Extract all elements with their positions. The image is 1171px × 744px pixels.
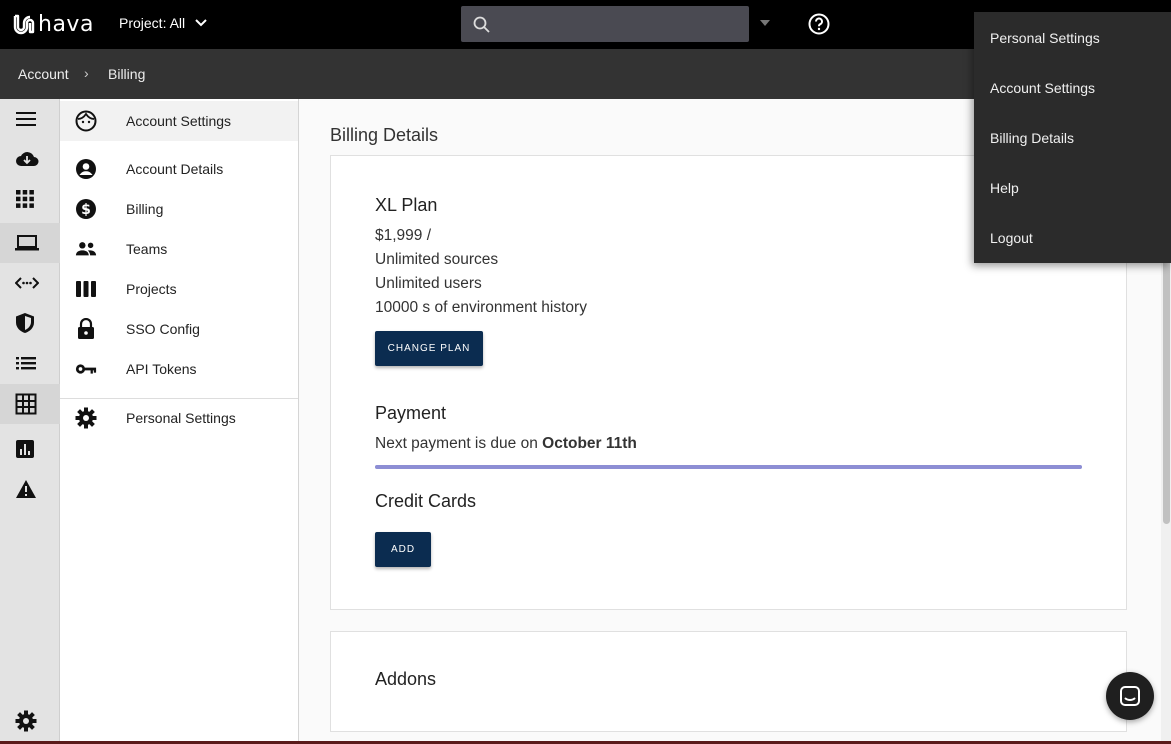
code-arrows-icon (15, 277, 39, 289)
warning-icon (16, 480, 36, 498)
hava-logo-icon (13, 14, 35, 35)
addons-title: Addons (375, 669, 437, 689)
change-plan-button[interactable]: CHANGE PLAN (375, 331, 483, 366)
rail-alerts[interactable] (0, 469, 60, 509)
apps-grid-icon (16, 190, 34, 208)
payment-progress-fill (375, 465, 1082, 469)
rail-menu[interactable] (0, 99, 60, 139)
rail-environments[interactable] (0, 223, 60, 263)
account-circle-icon (75, 158, 97, 180)
plan-name: XL Plan (375, 195, 438, 215)
breadcrumb-item-billing[interactable]: Billing (108, 66, 145, 82)
payment-due-date: October 11th (542, 435, 637, 452)
payment-due-text: Next payment is due on October 11th (375, 435, 637, 453)
bar-chart-icon (16, 440, 34, 458)
cloud-download-icon (16, 152, 39, 166)
rail-table[interactable] (0, 384, 60, 424)
menu-item-account-details[interactable]: Account Details (60, 149, 298, 189)
columns-icon (75, 278, 97, 300)
menu-item-projects[interactable]: Projects (60, 269, 298, 309)
menu-item-label: Billing (126, 201, 164, 217)
shield-icon (16, 313, 34, 333)
dropdown-item-personal-settings[interactable]: Personal Settings (990, 30, 1100, 46)
chevron-down-icon (195, 19, 207, 27)
addons-card: Addons (330, 631, 1127, 732)
caret-down-icon[interactable] (760, 20, 770, 26)
laptop-icon (15, 235, 39, 251)
search-icon (473, 16, 490, 33)
search-box[interactable] (461, 6, 749, 42)
menu-item-label: SSO Config (126, 321, 200, 337)
breadcrumb-separator: › (84, 65, 89, 81)
rail-settings[interactable] (0, 701, 60, 741)
rail-api[interactable] (0, 263, 60, 303)
people-icon (75, 238, 97, 260)
rail-apps[interactable] (0, 179, 60, 219)
rail-list[interactable] (0, 343, 60, 383)
rail-reports[interactable] (0, 429, 60, 469)
settings-menu: Account Settings Account Details $ Billi… (60, 99, 299, 744)
menu-item-teams[interactable]: Teams (60, 229, 298, 269)
page-title: Billing Details (330, 125, 439, 145)
dollar-circle-icon: $ (75, 198, 97, 220)
plan-users: Unlimited users (375, 275, 482, 292)
chat-launcher-button[interactable] (1106, 672, 1154, 720)
table-grid-icon (15, 393, 37, 415)
menu-item-sso-config[interactable]: SSO Config (60, 309, 298, 349)
menu-header-label: Account Settings (126, 113, 232, 129)
menu-icon (16, 112, 36, 126)
settings-gear-icon (15, 710, 37, 732)
menu-item-label: Personal Settings (126, 410, 236, 426)
plan-sources: Unlimited sources (375, 251, 499, 268)
dropdown-item-account-settings[interactable]: Account Settings (990, 80, 1095, 96)
menu-item-label: API Tokens (126, 361, 197, 377)
payment-due-prefix: Next payment is due on (375, 435, 543, 452)
face-icon (75, 110, 97, 132)
icon-rail (0, 99, 60, 744)
payment-progress-bar (375, 465, 1082, 469)
menu-item-api-tokens[interactable]: API Tokens (60, 349, 298, 389)
help-icon[interactable] (808, 13, 830, 35)
gear-icon (75, 407, 97, 429)
dropdown-item-help[interactable]: Help (990, 180, 1019, 196)
menu-item-label: Account Details (126, 161, 224, 177)
project-selector[interactable]: Project: All (119, 15, 207, 31)
list-icon (16, 357, 36, 370)
breadcrumb-item-account[interactable]: Account (18, 66, 69, 82)
rail-security[interactable] (0, 303, 60, 343)
menu-item-label: Projects (126, 281, 177, 297)
plan-price: $1,999 / (375, 227, 432, 244)
menu-item-billing[interactable]: $ Billing (60, 189, 298, 229)
rail-import[interactable] (0, 139, 60, 179)
lock-icon (75, 318, 97, 340)
dropdown-item-logout[interactable]: Logout (990, 230, 1033, 246)
payment-title: Payment (375, 403, 447, 423)
project-selector-label: Project: All (119, 15, 186, 31)
credit-cards-title: Credit Cards (375, 491, 477, 511)
plan-history: 10000 s of environment history (375, 299, 587, 316)
menu-item-label: Teams (126, 241, 168, 257)
add-card-button[interactable]: ADD (375, 532, 431, 567)
user-dropdown-menu: Personal Settings Account Settings Billi… (974, 12, 1171, 263)
svg-text:$: $ (81, 202, 91, 218)
logo-text: hava (38, 11, 94, 37)
search-input[interactable] (501, 6, 741, 42)
menu-item-personal-settings[interactable]: Personal Settings (60, 398, 298, 438)
chat-icon (1120, 686, 1140, 706)
key-icon (75, 358, 97, 380)
logo[interactable]: hava (12, 10, 94, 38)
menu-header-account-settings[interactable]: Account Settings (60, 101, 298, 141)
dropdown-item-billing-details[interactable]: Billing Details (990, 130, 1074, 146)
